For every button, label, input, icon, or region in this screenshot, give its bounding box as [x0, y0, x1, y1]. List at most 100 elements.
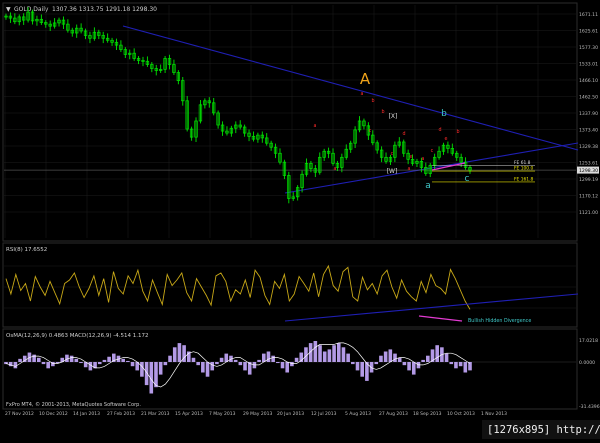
price-tick-label: 1170.12 [579, 194, 598, 200]
price-tick-label: 1533.01 [579, 62, 598, 68]
wave-label-X: [X] [389, 113, 398, 120]
macd-histogram-bar [444, 353, 449, 362]
macd-histogram-bar [341, 347, 346, 362]
wave-label-b-major: b [441, 109, 447, 119]
price-tick-label: 1577.30 [579, 45, 598, 51]
macd-histogram-bar [79, 362, 83, 364]
macd-axis: 17.0218 0.0000 -31.4396 [579, 338, 600, 410]
macd-histogram-bar [318, 345, 322, 362]
macd-histogram-bar [290, 362, 294, 367]
wave-label-minor: c [391, 152, 394, 157]
macd-histogram-bar [276, 362, 280, 364]
x-tick-label: 20 Jun 2013 [277, 411, 304, 417]
x-tick-label: 29 May 2013 [243, 411, 272, 417]
macd-histogram-bar [435, 345, 439, 362]
macd-histogram-bar [379, 355, 383, 362]
macd-histogram-bar [46, 362, 50, 369]
macd-histogram-bar [224, 353, 229, 362]
current-price-label: 1298.30 [579, 168, 598, 174]
macd-histogram-bar [126, 360, 130, 362]
macd-histogram-bar [261, 353, 266, 362]
macd-histogram-bar [191, 357, 196, 362]
x-tick-label: 27 Nov 2012 [5, 411, 34, 417]
macd-histogram-bar [383, 351, 388, 362]
macd-histogram-bar [196, 362, 200, 366]
macd-histogram-bar [257, 359, 261, 362]
macd-histogram-bar [177, 343, 182, 362]
wave-label-W: [W] [387, 168, 398, 175]
x-tick-label: 7 May 2013 [209, 411, 236, 417]
macd-histogram-bar [388, 349, 393, 362]
macd-histogram-bar [238, 362, 243, 366]
rsi-line [5, 264, 471, 310]
chart-canvas[interactable]: ▼ GOLD,Daily 1307.36 1313.75 1291.18 129… [0, 0, 600, 439]
macd-histogram-bar [346, 353, 350, 362]
x-tick-label: 5 Aug 2013 [345, 411, 371, 417]
wave-label-minor: a [314, 124, 317, 129]
ohlc-values: 1307.36 1313.75 1291.18 1298.30 [52, 6, 157, 13]
rsi-panel-frame [2, 242, 578, 328]
macd-histogram-bar [205, 362, 210, 377]
wave-label-minor: b [371, 98, 374, 104]
price-axis: 1671.11 1625.61 1577.30 1533.01 1466.10 1462.… [577, 12, 599, 216]
macd-histogram-bar [158, 362, 163, 375]
price-tick-label: 1253.61 [579, 161, 598, 167]
x-axis: 27 Nov 2012 10 Dec 2012 14 Jan 2013 27 Feb … [5, 411, 507, 417]
macd-histogram-bar [69, 355, 74, 362]
macd-histogram-bar [172, 347, 177, 362]
wave-label-minor: b [381, 109, 384, 115]
price-tick-label: 1337.90 [579, 111, 598, 117]
x-tick-label: 10 Oct 2013 [447, 411, 475, 417]
price-tick-label: 1373.40 [579, 128, 598, 134]
price-tick-label: 1671.11 [579, 12, 598, 18]
macd-histogram-bar [121, 358, 125, 362]
price-tick-label: 1121.00 [579, 210, 598, 216]
macd-panel [4, 341, 576, 394]
x-tick-label: 21 Mar 2013 [141, 411, 170, 417]
wave-label-c-major: c [465, 174, 470, 184]
wave-label-minor: b [456, 129, 459, 135]
macd-tick-label: -31.4396 [579, 404, 600, 410]
wave-label-minor: a [361, 92, 364, 97]
price-tick-label: 1462.50 [579, 95, 598, 101]
x-tick-label: 27 Feb 2013 [107, 411, 135, 417]
macd-histogram-bar [463, 362, 468, 373]
macd-title: OsMA(12,26,9) 0.4863 MACD(12,26,9) -4.51… [6, 333, 148, 339]
rsi-panel: Bullish Hidden Divergence [4, 264, 579, 324]
macd-histogram-bar [402, 362, 407, 366]
macd-histogram-bar [233, 359, 238, 362]
macd-histogram-bar [140, 362, 144, 377]
macd-histogram-bar [41, 362, 46, 365]
wave-label-minor: a [408, 167, 411, 172]
price-tick-label: 1299.19 [579, 177, 598, 183]
macd-tick-label: 17.0218 [579, 338, 598, 344]
watermark-text: [1276x895] http://upic.me/ [487, 424, 600, 436]
macd-histogram-bar [294, 357, 299, 362]
wave-label-minor: a [422, 157, 425, 162]
macd-histogram-bar [37, 357, 41, 362]
header-dropdown-icon[interactable]: ▼ [6, 6, 11, 13]
macd-histogram-bar [351, 362, 355, 365]
x-tick-label: 12 Jul 2013 [311, 411, 337, 417]
macd-histogram-bar [18, 358, 22, 362]
macd-histogram-bar [336, 343, 341, 362]
price-tick-label: 1329.38 [579, 144, 598, 150]
macd-histogram-bar [313, 341, 318, 362]
macd-histogram-bar [243, 362, 247, 371]
macd-histogram-bar [407, 362, 411, 371]
wave-label-minor: d [402, 131, 405, 137]
x-tick-label: 1 Nov 2013 [481, 411, 507, 417]
macd-histogram-bar [88, 362, 93, 371]
macd-histogram-bar [421, 359, 425, 362]
macd-histogram-bar [454, 362, 458, 369]
rsi-divergence-line [418, 315, 463, 322]
macd-histogram-bar [360, 362, 365, 377]
macd-histogram-bar [168, 355, 172, 362]
macd-histogram-bar [369, 362, 374, 373]
x-tick-label: 10 Dec 2012 [39, 411, 68, 417]
macd-histogram-bar [271, 355, 275, 362]
macd-signal-line [5, 342, 471, 388]
macd-histogram-bar [332, 345, 336, 362]
macd-histogram-bar [13, 362, 18, 369]
wave-label-minor: e [410, 155, 413, 160]
